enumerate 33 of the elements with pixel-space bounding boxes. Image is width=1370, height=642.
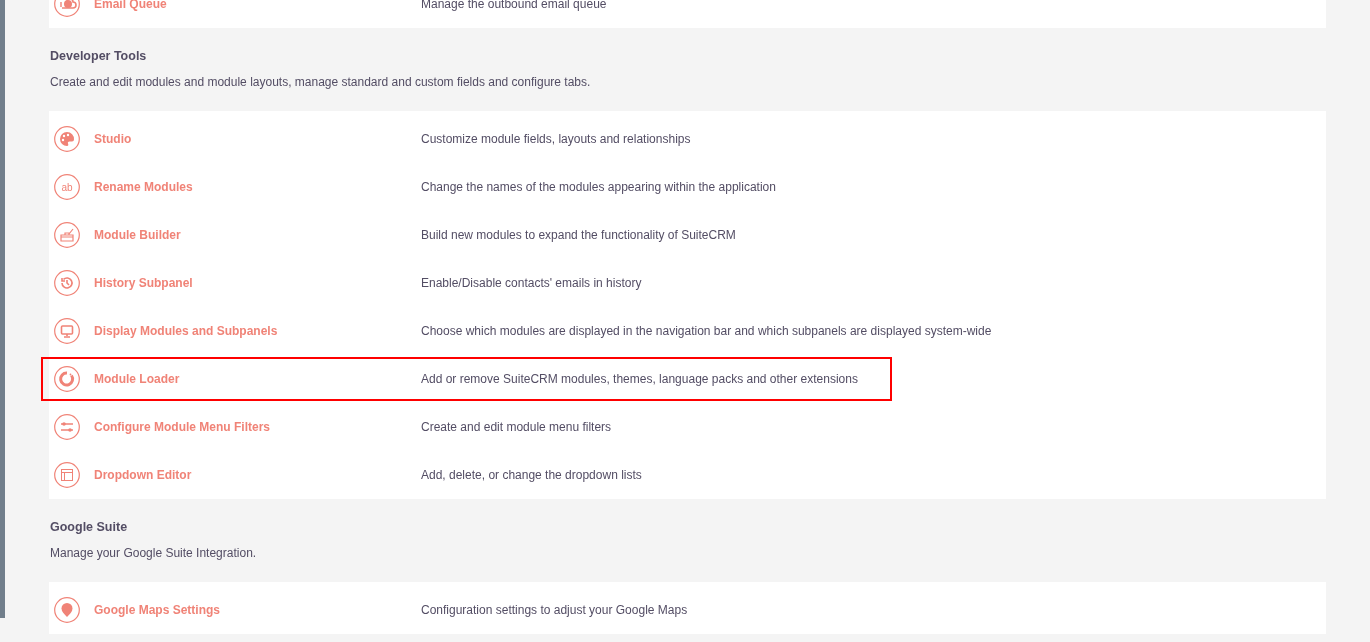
history-icon	[54, 270, 80, 296]
text-glyph-icon: ab	[54, 174, 80, 200]
settings-row[interactable]: Display Modules and Subpanels Choose which modules are displayed in the navigation bar and which subpanels are displayed system-wide	[49, 307, 1326, 355]
item-description: Customize module fields, layouts and relationships	[421, 132, 691, 146]
pin-icon	[54, 597, 80, 623]
sliders-icon	[54, 414, 80, 440]
settings-row[interactable]: Studio Customize module fields, layouts and relationships	[49, 115, 1326, 163]
settings-row[interactable]: Dropdown Editor Add, delete, or change the dropdown lists	[49, 451, 1326, 499]
item-description: Create and edit module menu filters	[421, 420, 612, 434]
section-title: Google Suite	[50, 519, 129, 535]
item-description: Add, delete, or change the dropdown lists	[421, 468, 642, 482]
item-description: Enable/Disable contacts' emails in history	[421, 276, 642, 290]
section-description: Manage your Google Suite Integration.	[50, 545, 258, 561]
settings-row[interactable]: Module Builder Build new modules to expand the functionality of SuiteCRM	[49, 211, 1326, 259]
item-description: Add or remove SuiteCRM modules, themes, language packs and other extensions	[421, 372, 858, 386]
palette-icon	[54, 126, 80, 152]
item-description: Change the names of the modules appearing within the application	[421, 180, 776, 194]
loader-icon	[54, 366, 80, 392]
section-title: Developer Tools	[50, 48, 148, 64]
toolbox-icon	[54, 222, 80, 248]
settings-row[interactable]: Email Queue Manage the outbound email queue	[49, 0, 1326, 28]
item-description: Choose which modules are displayed in the navigation bar and which subpanels are displayed system-wide	[421, 324, 992, 338]
monitor-icon	[54, 318, 80, 344]
settings-row[interactable]: Configure Module Menu Filters Create and edit module menu filters	[49, 403, 1326, 451]
item-description: Configuration settings to adjust your Google Maps	[421, 603, 688, 617]
settings-row[interactable]: History Subpanel Enable/Disable contacts' emails in history	[49, 259, 1326, 307]
settings-row[interactable]: Module Loader Add or remove SuiteCRM modules, themes, language packs and other extensions	[49, 355, 1326, 403]
item-description: Manage the outbound email queue	[421, 0, 607, 11]
item-description: Build new modules to expand the functionality of SuiteCRM	[421, 228, 736, 242]
settings-row[interactable]: Google Maps Settings Configuration settings to adjust your Google Maps	[49, 586, 1326, 634]
section-description: Create and edit modules and module layouts, manage standard and custom fields and configure tabs.	[50, 74, 592, 90]
layout-icon	[54, 462, 80, 488]
settings-row[interactable]: ab Rename Modules Change the names of the modules appearing within the application	[49, 163, 1326, 211]
